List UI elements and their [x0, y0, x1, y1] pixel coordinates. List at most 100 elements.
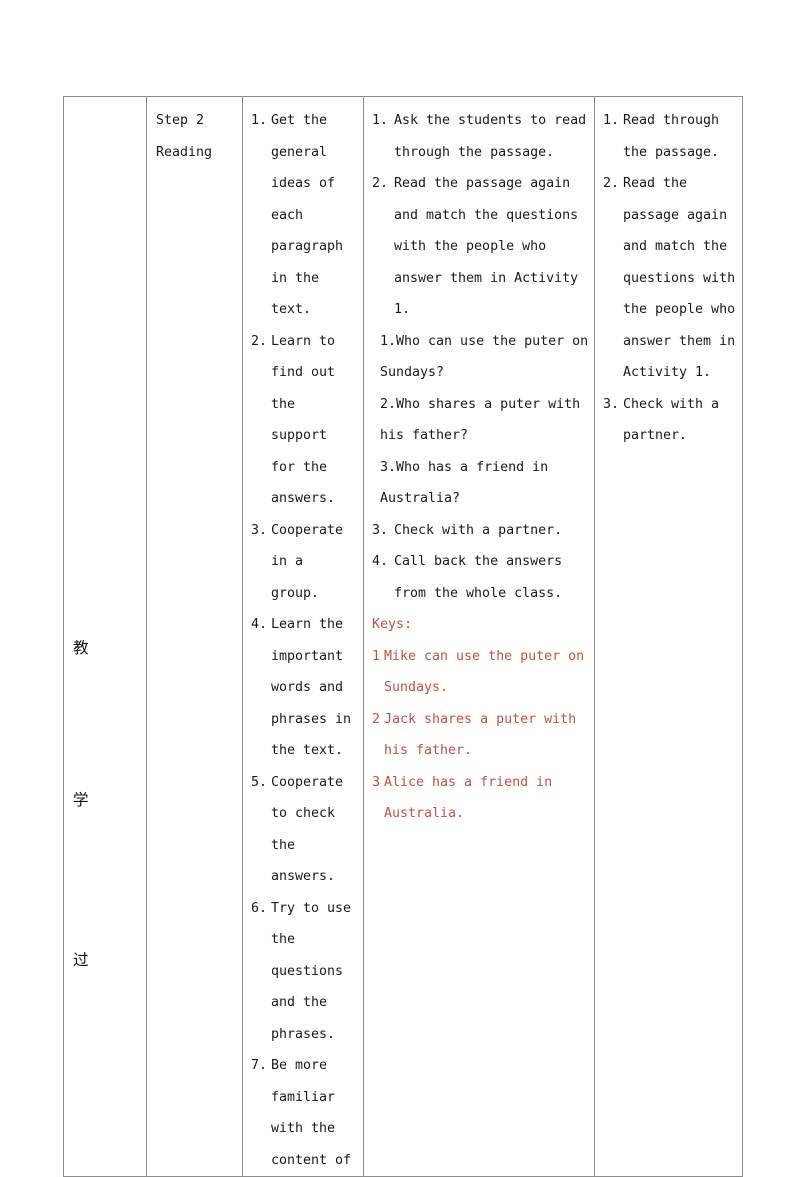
list-item-row: 3 Alice has a friend in Australia.: [372, 767, 589, 830]
list-item: 3 Alice has a friend in Australia.: [372, 767, 589, 830]
cjk-char-guo: 过: [73, 951, 89, 969]
list-item-number: 6.: [251, 900, 268, 916]
list-item-number: 3: [372, 774, 381, 790]
list-item-text: Cooperate in a group.: [271, 522, 344, 601]
list-item-text: Read through the passage.: [623, 113, 720, 160]
list-item-text: Call back the answers from the whole cla…: [394, 554, 563, 601]
list-item-number: 2.: [251, 333, 268, 349]
list-item-text: Read the passage again and match the que…: [394, 176, 579, 317]
list-item-text: Be more familiar with the content of: [271, 1058, 352, 1168]
list-item-number: 1.: [372, 113, 389, 128]
list-item-row: 1. Get the general ideas of each paragrap…: [251, 105, 358, 326]
list-item: 1. Get the general ideas of each paragrap…: [251, 105, 358, 326]
list-item-row: 3. Check with a partner.: [603, 389, 737, 452]
table-row: 教 学 过 Step 2 Reading 1. Get the general i…: [63, 96, 743, 1177]
list-item: 4. Learn the important words and phrases …: [251, 609, 358, 767]
list-item-row: 4. Learn the important words and phrases …: [251, 609, 358, 767]
list-item-text: Learn to find out the support for the an…: [271, 333, 336, 507]
list-item-number: 2.: [380, 396, 397, 412]
list-item-text: Learn the important words and phrases in…: [271, 617, 352, 758]
list-item-row: 1. Ask the students to read through the p…: [372, 105, 589, 168]
list-item-row: 2 Jack shares a puter with his father.: [372, 704, 589, 767]
list-item-number: 1.: [251, 113, 268, 128]
list-item: 1. Ask the students to read through the p…: [372, 105, 589, 168]
step-title: Step 2: [156, 113, 205, 128]
list-item-text: Check with a partner.: [394, 522, 563, 538]
student-activity-content: 1. Read through the passage. 2. Read the pa…: [596, 98, 742, 452]
student-steps-list: 1. Read through the passage. 2. Read the pa…: [603, 105, 737, 452]
cjk-char-jiao: 教: [73, 639, 89, 657]
list-item-text: Read the passage again and match the que…: [623, 176, 736, 380]
list-item-number: 7.: [251, 1058, 268, 1073]
list-item: 1.Who can use the puter on Sundays?: [380, 326, 589, 389]
list-item-row: 1.Who can use the puter on Sundays?: [380, 326, 589, 389]
student-activity-cell: 1. Read through the passage. 2. Read the pa…: [594, 96, 743, 1177]
list-item-number: 1.: [380, 333, 397, 349]
list-item-number: 3.: [251, 522, 268, 538]
list-item-number: 1.: [603, 113, 620, 128]
list-item-row: 2. Read the passage again and match the q…: [372, 168, 589, 326]
list-item-number: 3.: [603, 396, 620, 412]
list-item: 6. Try to use the questions and the phras…: [251, 893, 358, 1051]
list-item-row: 2. Learn to find out the support for the …: [251, 326, 358, 515]
list-item-row: 6. Try to use the questions and the phras…: [251, 893, 358, 1051]
list-item-number: 3.: [380, 459, 397, 475]
list-item-number: 4.: [251, 617, 268, 632]
list-item-row: 4. Call back the answers from the whole c…: [372, 546, 589, 609]
list-item-text: Who can use the puter on Sundays?: [380, 333, 589, 381]
list-item: 4. Call back the answers from the whole c…: [372, 546, 589, 609]
keys-list: 1 Mike can use the puter on Sundays. 2 Jack…: [372, 641, 589, 830]
step-cell: Step 2 Reading: [146, 96, 243, 1177]
list-item-row: 7. Be more familiar with the content of: [251, 1050, 358, 1176]
step-subtitle: Reading: [156, 144, 213, 160]
list-item-text: Get the general ideas of each paragraph …: [271, 113, 344, 317]
aims-list: 1. Get the general ideas of each paragrap…: [251, 105, 358, 1176]
list-item: 3. Check with a partner.: [372, 515, 589, 547]
list-item: 1 Mike can use the puter on Sundays.: [372, 641, 589, 704]
list-item-text: Who has a friend in Australia?: [380, 459, 549, 507]
list-item: 2. Learn to find out the support for the …: [251, 326, 358, 515]
list-item-text: Mike can use the puter on Sundays.: [384, 648, 585, 696]
keys-label: Keys:: [372, 617, 413, 632]
list-item-number: 2: [372, 711, 381, 727]
list-item-number: 2.: [372, 176, 389, 191]
list-item-number: 5.: [251, 774, 268, 790]
list-item: 2.Who shares a puter with his father?: [380, 389, 589, 452]
list-item-number: 1: [372, 648, 381, 664]
list-item-row: 1. Read through the passage.: [603, 105, 737, 168]
list-item-text: Ask the students to read through the pas…: [394, 113, 587, 160]
lesson-plan-table: 教 学 过 Step 2 Reading 1. Get the general i…: [63, 96, 743, 1177]
aims-content: 1. Get the general ideas of each paragrap…: [244, 98, 363, 1176]
list-item-number: 4.: [372, 554, 389, 569]
teacher-steps-list: 1. Ask the students to read through the p…: [372, 105, 589, 326]
teacher-activity-content: 1. Ask the students to read through the p…: [365, 98, 594, 830]
list-item-text: Check with a partner.: [623, 396, 720, 444]
list-item-number: 2.: [603, 176, 620, 191]
list-item-text: Alice has a friend in Australia.: [384, 774, 553, 822]
list-item: 2. Read the passage again and match the q…: [372, 168, 589, 326]
list-item: 7. Be more familiar with the content of: [251, 1050, 358, 1176]
list-item: 1. Read through the passage.: [603, 105, 737, 168]
list-item-text: Cooperate to check the answers.: [271, 774, 344, 885]
list-item-number: 3.: [372, 522, 389, 538]
list-item: 2. Read the passage again and match the q…: [603, 168, 737, 389]
list-item: 3. Cooperate in a group.: [251, 515, 358, 610]
list-item: 2 Jack shares a puter with his father.: [372, 704, 589, 767]
list-item-row: 3. Check with a partner.: [372, 515, 589, 547]
list-item-text: Who shares a puter with his father?: [380, 396, 581, 444]
cjk-char-xue: 学: [73, 791, 89, 809]
aims-cell: 1. Get the general ideas of each paragrap…: [242, 96, 364, 1177]
process-label-cell: 教 学 过: [63, 96, 147, 1177]
list-item: 5. Cooperate to check the answers.: [251, 767, 358, 893]
vertical-label-stack: 教 学 过: [65, 98, 146, 1008]
list-item-row: 1 Mike can use the puter on Sundays.: [372, 641, 589, 704]
list-item-row: 2.Who shares a puter with his father?: [380, 389, 589, 452]
step-content: Step 2 Reading: [148, 98, 242, 169]
list-item-row: 3. Cooperate in a group.: [251, 515, 358, 610]
list-item-text: Jack shares a puter with his father.: [384, 711, 577, 759]
list-item-row: 2. Read the passage again and match the q…: [603, 168, 737, 389]
teacher-activity-cell: 1. Ask the students to read through the p…: [363, 96, 595, 1177]
list-item-row: 5. Cooperate to check the answers.: [251, 767, 358, 893]
list-item: 3. Check with a partner.: [603, 389, 737, 452]
sub-questions-list: 1.Who can use the puter on Sundays? 2.Who…: [372, 326, 589, 515]
